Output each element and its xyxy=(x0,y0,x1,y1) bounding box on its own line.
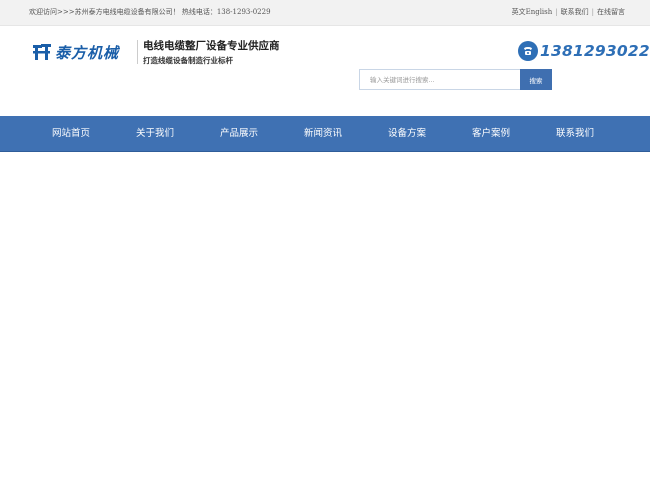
hotline-number: 13812930229 xyxy=(540,42,650,60)
search-button[interactable]: 搜索 xyxy=(520,69,552,90)
search-input[interactable] xyxy=(359,69,520,90)
online-message-link[interactable]: 在线留言 xyxy=(597,8,625,16)
top-bar: 欢迎访问>>>苏州泰方电线电缆设备有限公司！ 热线电话：138-1293-022… xyxy=(0,0,650,26)
separator: | xyxy=(591,8,594,16)
nav-item-home[interactable]: 网站首页 xyxy=(29,116,113,151)
welcome-text: 欢迎访问>>>苏州泰方电线电缆设备有限公司！ 热线电话：138-1293-022… xyxy=(29,8,271,16)
search-bar: 搜索 xyxy=(359,69,553,90)
hotline: 13812930229 xyxy=(518,41,650,61)
separator: | xyxy=(555,8,558,16)
nav-item-products[interactable]: 产品展示 xyxy=(197,116,281,151)
contact-us-link[interactable]: 联系我们 xyxy=(561,8,589,16)
phone-icon xyxy=(518,41,538,61)
slogan-main: 电线电缆整厂设备专业供应商 xyxy=(143,40,280,52)
top-links: 英文English | 联系我们 | 在线留言 xyxy=(512,0,625,25)
nav-item-news[interactable]: 新闻资讯 xyxy=(281,116,365,151)
nav-item-contact[interactable]: 联系我们 xyxy=(533,116,617,151)
main-nav: 网站首页 关于我们 产品展示 新闻资讯 设备方案 客户案例 联系我们 xyxy=(0,116,650,152)
english-link[interactable]: 英文English xyxy=(512,8,553,16)
logo-divider xyxy=(137,40,138,64)
slogan-sub: 打造线缆设备制造行业标杆 xyxy=(143,56,233,65)
site-logo[interactable]: 泰方机械 xyxy=(32,40,136,64)
logo-text: 泰方机械 xyxy=(55,43,120,62)
logo-mark-icon xyxy=(32,42,52,62)
nav-item-cases[interactable]: 客户案例 xyxy=(449,116,533,151)
nav-item-solutions[interactable]: 设备方案 xyxy=(365,116,449,151)
nav-item-about[interactable]: 关于我们 xyxy=(113,116,197,151)
